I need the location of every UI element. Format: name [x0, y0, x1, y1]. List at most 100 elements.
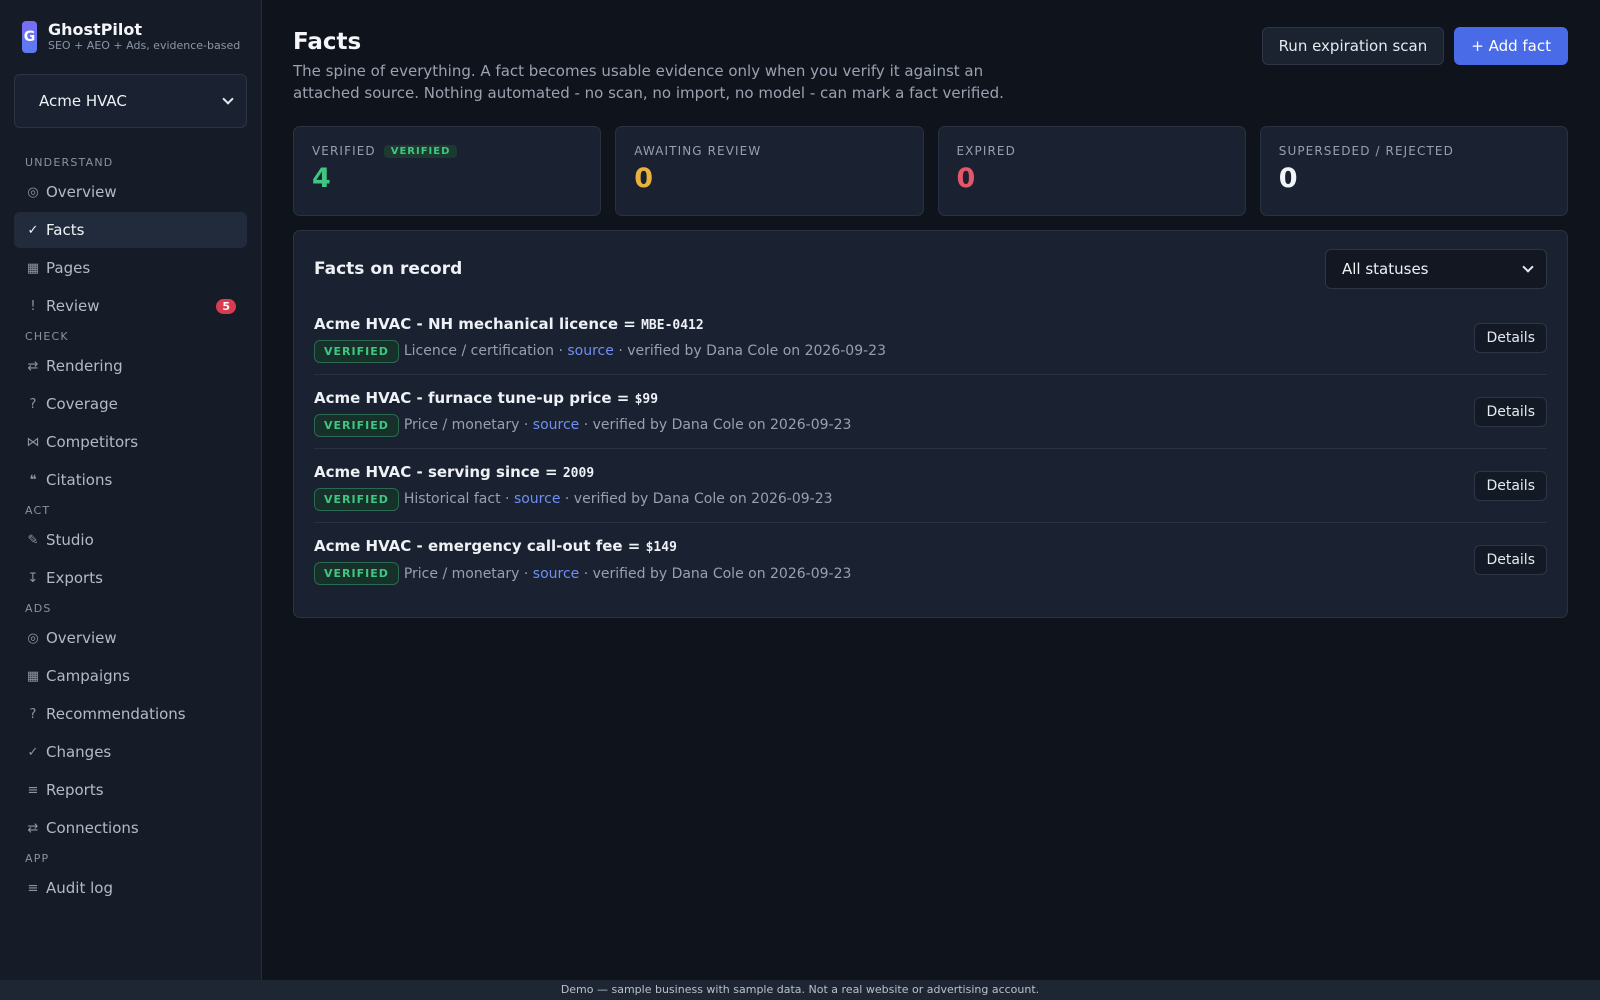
- verified-by-text: verified by Dana Cole on 2026-09-23: [592, 565, 852, 582]
- sidebar-item-changes[interactable]: ✓ Changes: [14, 734, 247, 770]
- separator: ·: [500, 491, 514, 507]
- sidebar-item-audit-log[interactable]: ≡ Audit log: [14, 870, 247, 906]
- fact-category: Price / monetary: [403, 417, 520, 433]
- question-icon: ?: [29, 396, 37, 412]
- fact-title-text: Acme HVAC - serving since =: [314, 462, 563, 481]
- question-icon: ?: [29, 706, 37, 722]
- stat-label: VERIFIED: [312, 144, 376, 158]
- campaigns-icon: ▦: [26, 668, 40, 684]
- separator: ·: [560, 491, 574, 507]
- alert-icon: !: [30, 298, 36, 314]
- sidebar-item-overview[interactable]: ◎ Overview: [14, 620, 247, 656]
- add-fact-button[interactable]: + Add fact: [1454, 27, 1568, 65]
- stat-label: EXPIRED: [956, 144, 1016, 158]
- sidebar-item-exports[interactable]: ↧ Exports: [14, 560, 247, 596]
- sidebar-item-label: Changes: [46, 743, 112, 761]
- main-content: Facts The spine of everything. A fact be…: [262, 0, 1600, 980]
- stat-value: 0: [634, 163, 654, 194]
- sidebar-item-rendering[interactable]: ⇄ Rendering: [14, 348, 247, 384]
- fact-row: Acme HVAC - emergency call-out fee = $14…: [314, 523, 1547, 597]
- sidebar-item-competitors[interactable]: ⋈ Competitors: [14, 424, 247, 460]
- connections-icon: ⇄: [27, 820, 39, 836]
- separator: ·: [579, 565, 593, 582]
- stat-label-row: AWAITING REVIEW: [634, 143, 904, 159]
- pencil-icon: ✎: [27, 532, 39, 548]
- stat-card: SUPERSEDED / REJECTED 0: [1259, 126, 1568, 216]
- sidebar-item-facts[interactable]: ✓ Facts: [14, 212, 247, 248]
- stat-card: AWAITING REVIEW 0: [615, 126, 924, 216]
- sidebar-nav: UNDERSTAND ◎ Overview ✓ Facts ▦ Pages! Review 5 C…: [14, 154, 247, 906]
- overview-icon: ◎: [27, 184, 39, 200]
- brand: G GhostPilot SEO + AEO + Ads, evidence-b…: [14, 0, 247, 74]
- sidebar-item-overview[interactable]: ◎ Overview: [14, 174, 247, 210]
- fact-row: Acme HVAC - furnace tune-up price = $99 V…: [314, 375, 1547, 449]
- source-link[interactable]: source: [567, 343, 614, 359]
- quote-icon: ❝: [29, 472, 37, 488]
- page-description: The spine of everything. A fact becomes …: [293, 62, 1004, 102]
- sidebar-item-campaigns[interactable]: ▦ Campaigns: [14, 658, 247, 694]
- page-title: Facts: [293, 29, 362, 55]
- sidebar-item-label: Citations: [46, 471, 113, 489]
- sidebar-item-review[interactable]: ! Review 5: [14, 288, 247, 324]
- separator: ·: [554, 343, 568, 359]
- chevron-down-icon: [222, 93, 234, 105]
- stat-card: VERIFIED VERIFIED 4: [293, 126, 602, 216]
- pages-icon: ▦: [26, 260, 40, 276]
- run-expiration-scan-button[interactable]: Run expiration scan: [1261, 27, 1445, 65]
- sidebar-item-studio[interactable]: ✎ Studio: [14, 522, 247, 558]
- sidebar-item-pages[interactable]: ▦ Pages: [14, 250, 247, 286]
- source-link[interactable]: source: [514, 491, 561, 507]
- sidebar-item-recommendations[interactable]: ? Recommendations: [14, 696, 247, 732]
- fact-row: Acme HVAC - serving since = 2009 VERIFIED…: [314, 449, 1547, 523]
- business-select[interactable]: Acme HVAC: [14, 74, 247, 128]
- download-icon: ↧: [27, 570, 39, 586]
- source-link[interactable]: source: [533, 566, 580, 582]
- stat-value: 4: [312, 163, 331, 194]
- fact-meta: VERIFIED Licence / certification · source…: [314, 339, 886, 363]
- separator: ·: [613, 343, 628, 359]
- sidebar-item-label: Campaigns: [46, 667, 131, 685]
- sidebar-item-reports[interactable]: ≡ Reports: [14, 772, 247, 808]
- sidebar-item-label: Facts: [46, 221, 85, 239]
- details-button[interactable]: Details: [1474, 322, 1547, 353]
- fact-value: 2009: [562, 465, 595, 481]
- separator: ·: [519, 417, 533, 433]
- chevron-down-icon: [1522, 261, 1534, 273]
- fact-title-text: Acme HVAC - emergency call-out fee =: [314, 537, 646, 555]
- rendering-icon: ⇄: [27, 358, 39, 374]
- separator: ·: [519, 565, 533, 582]
- status-badge: VERIFIED: [314, 339, 399, 363]
- details-button[interactable]: Details: [1474, 396, 1547, 427]
- fact-category: Licence / certification: [403, 343, 555, 359]
- stat-label-row: SUPERSEDED / REJECTED: [1279, 143, 1549, 159]
- fact-value: $99: [634, 391, 659, 407]
- sidebar-item-connections[interactable]: ⇄ Connections: [14, 810, 247, 846]
- overview-icon: ◎: [27, 630, 39, 646]
- sidebar-item-label: Overview: [46, 629, 117, 647]
- fact-meta: VERIFIED Price / monetary · source · veri…: [314, 562, 851, 585]
- fact-row: Acme HVAC - NH mechanical licence = MBE-…: [314, 301, 1547, 375]
- sidebar-item-label: Recommendations: [46, 705, 186, 723]
- fact-title: Acme HVAC - emergency call-out fee = $14…: [314, 535, 851, 559]
- fact-title: Acme HVAC - NH mechanical licence = MBE-…: [314, 313, 886, 337]
- details-button[interactable]: Details: [1474, 470, 1547, 501]
- source-link[interactable]: source: [533, 417, 580, 433]
- stats-row: VERIFIED VERIFIED 4 AWAITING REVIEW 0 EXPIRED…: [293, 126, 1568, 216]
- details-button[interactable]: Details: [1474, 545, 1547, 575]
- count-badge: 5: [216, 298, 236, 314]
- sidebar-item-citations[interactable]: ❝ Citations: [14, 462, 247, 498]
- sidebar-item-label: Rendering: [46, 357, 123, 375]
- stat-card: EXPIRED 0: [937, 126, 1246, 216]
- business-select-value: Acme HVAC: [39, 92, 127, 110]
- status-badge: VERIFIED: [383, 144, 458, 158]
- status-badge: VERIFIED: [314, 562, 399, 585]
- sidebar-item-label: Studio: [46, 531, 94, 549]
- fact-title-text: Acme HVAC - furnace tune-up price =: [314, 388, 635, 407]
- sidebar-item-label: Review: [46, 297, 100, 315]
- fact-title: Acme HVAC - serving since = 2009: [314, 461, 833, 485]
- list-icon: ≡: [27, 782, 39, 798]
- status-filter-select[interactable]: All statuses: [1325, 249, 1547, 289]
- list-icon: ≡: [27, 880, 39, 896]
- sidebar-item-coverage[interactable]: ? Coverage: [14, 386, 247, 422]
- status-badge: VERIFIED: [314, 487, 399, 511]
